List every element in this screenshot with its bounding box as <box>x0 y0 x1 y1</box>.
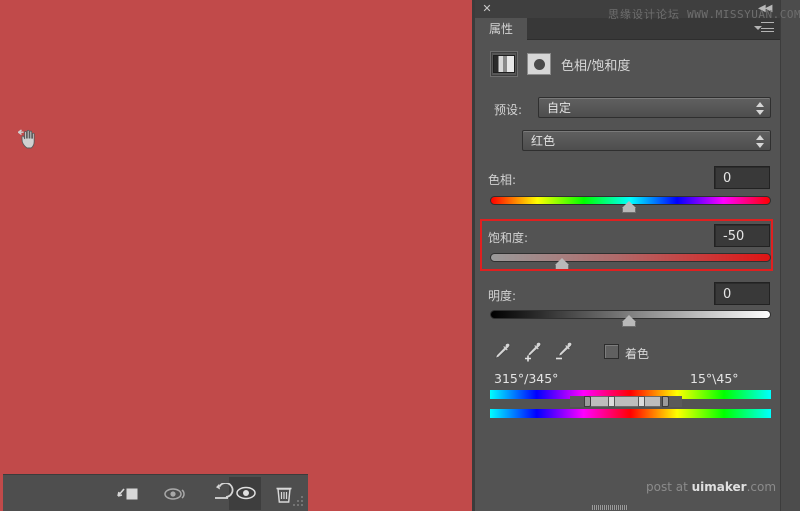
photoshop-properties-screenshot: ✕ ◀◀ 属性 色相/饱和度 预设: 自定 红色 色相: 0 饱和度: -50 … <box>0 0 800 511</box>
range-left-label: 315°/345° <box>494 371 559 386</box>
range-right-label: 15°\45° <box>690 371 739 386</box>
canvas-image-content <box>0 0 472 511</box>
preset-label: 预设: <box>494 103 523 117</box>
footer-progress-indicator <box>592 505 628 510</box>
layer-mask-icon[interactable] <box>527 53 551 75</box>
tab-properties[interactable]: 属性 <box>475 18 528 40</box>
toggle-visibility-icon[interactable] <box>233 482 259 504</box>
colorize-checkbox[interactable] <box>604 344 619 359</box>
chevron-updown-icon <box>756 135 764 148</box>
preset-select[interactable]: 自定 <box>538 97 771 118</box>
adjustment-title: 色相/饱和度 <box>561 59 631 74</box>
hue-value-field[interactable]: 0 <box>714 166 770 189</box>
panel-footer-toolbar <box>3 474 308 511</box>
lightness-value: 0 <box>723 287 732 302</box>
eyedropper-sample-icon[interactable] <box>490 341 512 363</box>
eyedropper-plus-icon[interactable] <box>521 341 543 363</box>
range-handle-inner-right[interactable] <box>638 396 645 407</box>
saturation-label: 饱和度: <box>488 231 529 245</box>
adjustment-header: 色相/饱和度 <box>475 46 780 84</box>
targeted-adjustment-hand-icon[interactable] <box>17 128 44 150</box>
hue-label: 色相: <box>488 173 517 187</box>
channel-select[interactable]: 红色 <box>522 130 771 151</box>
saturation-slider-track[interactable] <box>490 253 771 262</box>
range-handle-inner-left[interactable] <box>608 396 615 407</box>
panel-menu-icon[interactable] <box>754 22 774 36</box>
resize-grip-icon[interactable] <box>293 496 305 508</box>
image-canvas[interactable] <box>0 0 472 511</box>
panel-title-bar: ✕ ◀◀ <box>475 0 780 18</box>
chevron-updown-icon <box>756 102 764 115</box>
view-previous-state-icon[interactable] <box>163 483 189 505</box>
lightness-label: 明度: <box>488 289 517 303</box>
hue-saturation-icon[interactable] <box>490 51 518 77</box>
panel-dock-strip <box>780 0 800 511</box>
collapse-panel-icon[interactable]: ◀◀ <box>758 2 774 15</box>
panel-tab-strip: 属性 <box>475 18 780 40</box>
lightness-value-field[interactable]: 0 <box>714 282 770 305</box>
range-handle-outer-right[interactable] <box>662 396 669 407</box>
color-range-selector[interactable] <box>570 396 682 407</box>
hue-value: 0 <box>723 171 732 186</box>
color-range-spectrum-bottom <box>490 409 771 418</box>
preset-value: 自定 <box>547 101 572 115</box>
saturation-value: -50 <box>723 229 745 244</box>
saturation-value-field[interactable]: -50 <box>714 224 770 247</box>
range-handle-outer-left[interactable] <box>584 396 591 407</box>
reset-icon[interactable] <box>208 482 234 505</box>
close-icon[interactable]: ✕ <box>481 3 493 15</box>
eyedropper-minus-icon[interactable] <box>552 341 574 363</box>
colorize-label: 着色 <box>625 347 650 361</box>
clip-to-layer-icon[interactable] <box>115 483 141 505</box>
channel-value: 红色 <box>531 134 556 148</box>
